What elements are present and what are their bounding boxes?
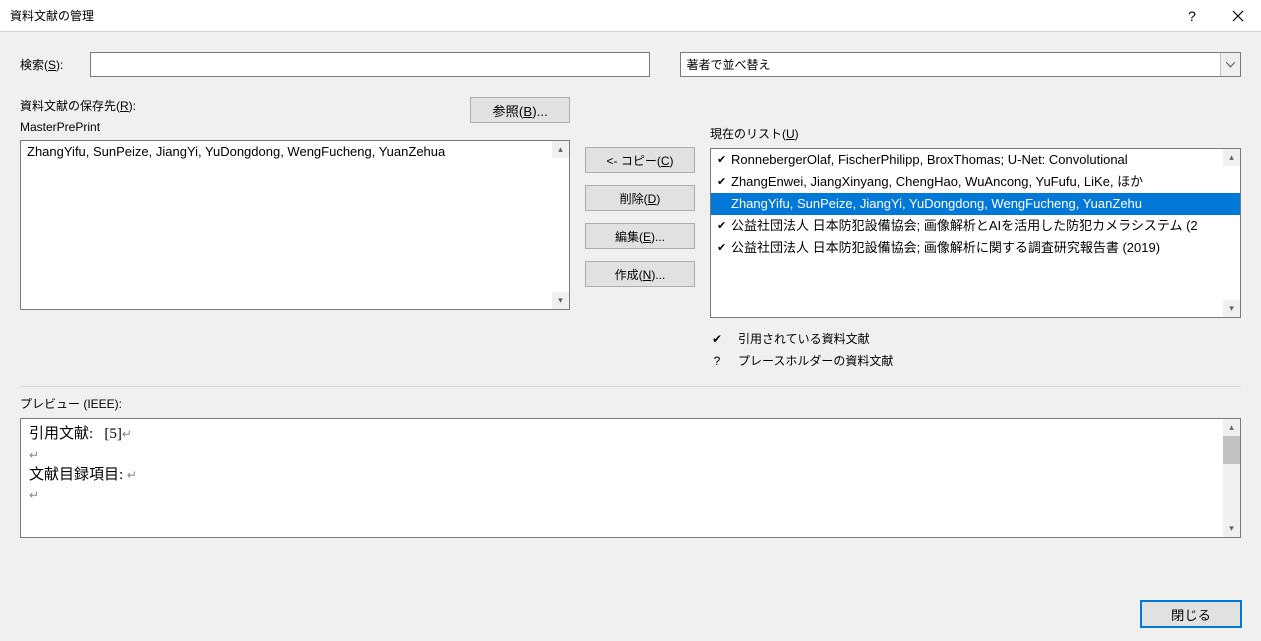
list-item-text: RonnebergerOlaf, FischerPhilipp, BroxTho… — [731, 150, 1128, 170]
sort-dropdown[interactable]: 著者で並べ替え — [680, 52, 1242, 77]
return-mark-icon: ↵ — [29, 446, 1232, 464]
scroll-down-icon[interactable]: ▾ — [1223, 300, 1240, 317]
close-icon[interactable] — [1215, 0, 1261, 32]
check-icon: ✔ — [717, 172, 727, 192]
preview-scrollbar[interactable]: ▴ ▾ — [1223, 419, 1240, 537]
search-row: 検索(S): 著者で並べ替え — [20, 52, 1241, 77]
preview-biblio-line: 文献目録項目: ↵ — [29, 464, 1232, 487]
list-item-text: 公益社団法人 日本防犯設備協会; 画像解析に関する調査研究報告書 (2019) — [731, 238, 1160, 258]
return-mark-icon: ↵ — [122, 427, 132, 441]
preview-citation-line: 引用文献: [5]↵ — [29, 423, 1232, 446]
legend-cited: ✔ 引用されている資料文献 — [710, 328, 1241, 350]
list-item-text: ZhangEnwei, JiangXinyang, ChengHao, WuAn… — [731, 172, 1143, 192]
edit-button[interactable]: 編集(E)... — [585, 223, 695, 249]
browse-button[interactable]: 参照(B)... — [470, 97, 570, 123]
current-listbox[interactable]: ▴ ✔RonnebergerOlaf, FischerPhilipp, Brox… — [710, 148, 1241, 318]
copy-button[interactable]: <- コピー(C) — [585, 147, 695, 173]
chevron-down-icon — [1220, 53, 1240, 76]
help-button[interactable]: ? — [1169, 0, 1215, 32]
preview-box: 引用文献: [5]↵ ↵ 文献目録項目: ↵ ↵ ▴ ▾ — [20, 418, 1241, 538]
titlebar: 資料文献の管理 ? — [0, 0, 1261, 32]
list-item-text: ZhangYifu, SunPeize, JiangYi, YuDongdong… — [731, 194, 1142, 214]
check-icon: ✔ — [717, 238, 727, 258]
new-button[interactable]: 作成(N)... — [585, 261, 695, 287]
sort-value: 著者で並べ替え — [687, 56, 771, 73]
list-item[interactable]: ✔公益社団法人 日本防犯設備協会; 画像解析に関する調査研究報告書 (2019) — [711, 237, 1240, 259]
check-icon: ✔ — [717, 150, 727, 170]
action-column: <- コピー(C) 削除(D) 編集(E)... 作成(N)... — [585, 97, 695, 318]
master-listbox[interactable]: ▴ ZhangYifu, SunPeize, JiangYi, YuDongdo… — [20, 140, 570, 310]
delete-button[interactable]: 削除(D) — [585, 185, 695, 211]
return-mark-icon: ↵ — [29, 486, 1232, 504]
scroll-up-icon[interactable]: ▴ — [552, 141, 569, 158]
dialog-title: 資料文献の管理 — [10, 7, 1169, 24]
divider — [20, 386, 1241, 387]
legend-placeholder: ? プレースホルダーの資料文献 — [710, 350, 1241, 372]
lists-row: 資料文献の保存先(R): MasterPrePrint 参照(B)... ▴ Z… — [20, 97, 1241, 318]
source-manager-dialog: 資料文献の管理 ? 検索(S): 著者で並べ替え — [0, 0, 1261, 641]
store-header: 資料文献の保存先(R): MasterPrePrint 参照(B)... — [20, 97, 570, 134]
preview-label: プレビュー (IEEE): — [20, 395, 1241, 412]
scroll-up-icon[interactable]: ▴ — [1223, 419, 1240, 436]
list-item[interactable]: ZhangYifu, SunPeize, JiangYi, YuDongdong… — [21, 141, 569, 163]
return-mark-icon: ↵ — [127, 468, 137, 482]
store-label: 資料文献の保存先(R): — [20, 97, 136, 114]
list-item[interactable]: ✔公益社団法人 日本防犯設備協会; 画像解析とAIを活用した防犯カメラシステム … — [711, 215, 1240, 237]
check-icon: ✔ — [717, 216, 727, 236]
scroll-up-icon[interactable]: ▴ — [1223, 149, 1240, 166]
search-label: 検索(S): — [20, 56, 80, 73]
search-input[interactable] — [90, 52, 650, 77]
scroll-down-icon[interactable]: ▾ — [552, 292, 569, 309]
master-name: MasterPrePrint — [20, 120, 136, 134]
list-item[interactable]: ✔ZhangEnwei, JiangXinyang, ChengHao, WuA… — [711, 171, 1240, 193]
dialog-content: 検索(S): 著者で並べ替え 資料文献の保存先(R): MasterPrePri… — [0, 32, 1261, 591]
scroll-down-icon[interactable]: ▾ — [1223, 520, 1240, 537]
check-icon: ✔ — [710, 328, 724, 350]
question-icon: ? — [710, 350, 724, 372]
list-item[interactable]: ✔RonnebergerOlaf, FischerPhilipp, BroxTh… — [711, 149, 1240, 171]
scrollbar-thumb[interactable] — [1223, 436, 1240, 464]
current-label: 現在のリスト(U) — [710, 125, 1241, 142]
master-column: 資料文献の保存先(R): MasterPrePrint 参照(B)... ▴ Z… — [20, 97, 570, 318]
legend: ✔ 引用されている資料文献 ? プレースホルダーの資料文献 — [710, 328, 1241, 372]
close-button[interactable]: 閉じる — [1141, 601, 1241, 627]
list-item-text: 公益社団法人 日本防犯設備協会; 画像解析とAIを活用した防犯カメラシステム (… — [731, 216, 1198, 236]
list-item[interactable]: ZhangYifu, SunPeize, JiangYi, YuDongdong… — [711, 193, 1240, 215]
dialog-footer: 閉じる — [0, 591, 1261, 641]
current-column: 現在のリスト(U) ▴ ✔RonnebergerOlaf, FischerPhi… — [710, 97, 1241, 318]
